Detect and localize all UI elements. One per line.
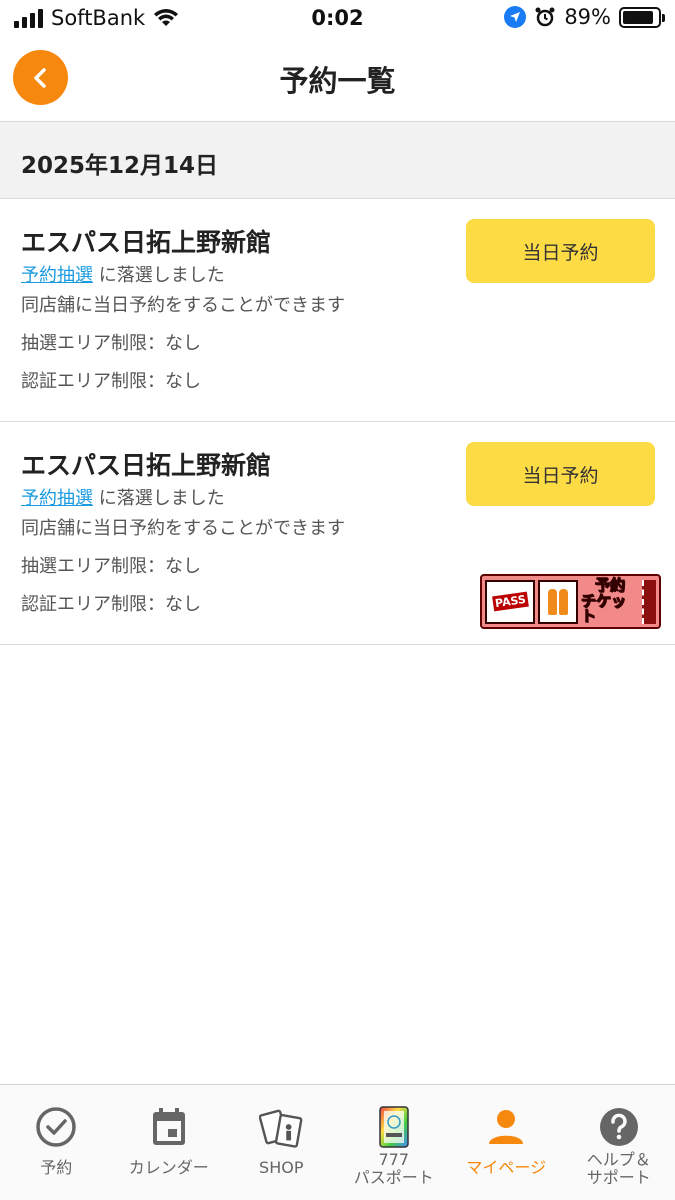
ticket-stub — [642, 579, 656, 624]
alarm-icon — [535, 7, 555, 27]
date-section-header: 2025年12月14日 — [0, 122, 675, 199]
status-right: 89% — [504, 5, 665, 29]
reservation-ticket-badge: PASS 予約 チケット — [480, 574, 661, 629]
passport-icon — [372, 1105, 416, 1149]
tab-mypage[interactable]: マイページ — [450, 1085, 563, 1200]
same-day-note: 同店舗に当日予約をすることができます — [21, 295, 345, 316]
check-circle-icon — [34, 1105, 78, 1149]
pass-icon: PASS — [485, 579, 535, 624]
reservation-card: エスパス日拓上野新館 予約抽選 に落選しました 同店舗に当日予約をすることができ… — [0, 199, 675, 422]
ticket-text: 予約 チケット — [581, 577, 639, 626]
pass-label: PASS — [491, 591, 529, 612]
people-icon — [538, 579, 578, 624]
shop-cards-icon — [259, 1105, 303, 1149]
store-name: エスパス日拓上野新館 — [21, 451, 272, 480]
tab-calendar[interactable]: カレンダー — [113, 1085, 226, 1200]
date-label: 2025年12月14日 — [21, 153, 219, 179]
tab-label: 予約 — [40, 1158, 73, 1177]
person-icon — [484, 1105, 528, 1149]
page-title: 予約一覧 — [279, 64, 396, 98]
tab-label-line2: サポート — [586, 1167, 651, 1187]
tab-passport[interactable]: 777 パスポート — [338, 1085, 451, 1200]
lottery-result: 予約抽選 に落選しました — [21, 484, 225, 510]
tab-reservation[interactable]: 予約 — [0, 1085, 113, 1200]
tab-label-line1: 777 — [378, 1150, 410, 1169]
tab-label-line2: パスポート — [353, 1167, 434, 1187]
result-text: に落選しました — [93, 265, 225, 286]
help-icon — [597, 1105, 641, 1149]
same-day-reservation-button[interactable]: 当日予約 — [466, 442, 655, 506]
lottery-result: 予約抽選 に落選しました — [21, 261, 225, 287]
tab-help[interactable]: ヘルプ＆ サポート — [563, 1085, 675, 1200]
lottery-link[interactable]: 予約抽選 — [21, 488, 93, 509]
tab-label-line1: ヘルプ＆ — [586, 1150, 651, 1169]
tab-label: カレンダー — [128, 1158, 209, 1177]
lottery-area-restriction: 抽選エリア制限：なし — [21, 333, 201, 354]
lottery-area-restriction: 抽選エリア制限：なし — [21, 556, 201, 577]
tab-bar: 予約 カレンダー SHOP 777 パスポート マイページ ヘルプ＆ サポート — [0, 1084, 675, 1200]
tab-shop[interactable]: SHOP — [225, 1085, 338, 1200]
status-bar: SoftBank 0:02 89% — [0, 0, 675, 38]
tab-label: SHOP — [259, 1158, 304, 1177]
battery-percent: 89% — [564, 5, 611, 29]
tab-label: ヘルプ＆ サポート — [563, 1151, 675, 1186]
location-arrow-icon — [504, 6, 527, 28]
tab-label: 777 パスポート — [338, 1151, 451, 1186]
same-day-note: 同店舗に当日予約をすることができます — [21, 518, 345, 539]
auth-area-restriction: 認証エリア制限：なし — [21, 594, 201, 615]
calendar-icon — [147, 1105, 191, 1149]
battery-icon — [619, 6, 665, 28]
auth-area-restriction: 認証エリア制限：なし — [21, 371, 201, 392]
ticket-line2: チケット — [581, 591, 627, 626]
result-text: に落選しました — [93, 488, 225, 509]
reservation-card: エスパス日拓上野新館 予約抽選 に落選しました 同店舗に当日予約をすることができ… — [0, 422, 675, 645]
same-day-reservation-button[interactable]: 当日予約 — [466, 219, 655, 283]
lottery-link[interactable]: 予約抽選 — [21, 265, 93, 286]
tab-label: マイページ — [466, 1158, 547, 1177]
navigation-bar: 予約一覧 — [0, 38, 675, 122]
store-name: エスパス日拓上野新館 — [21, 228, 272, 257]
